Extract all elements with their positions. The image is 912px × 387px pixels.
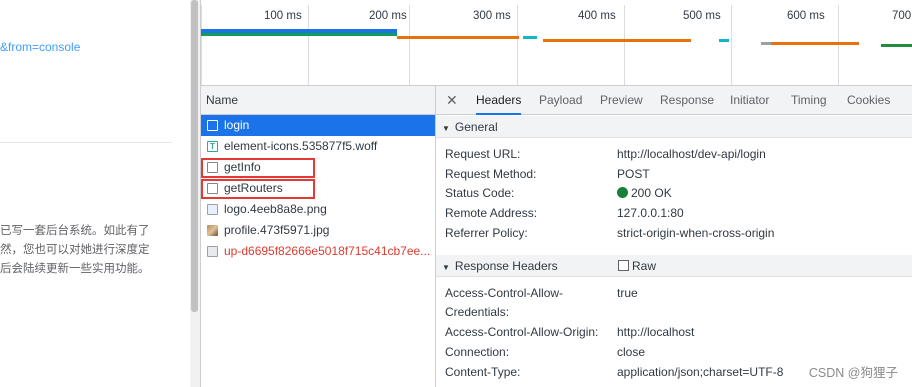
header-value: strict-origin-when-cross-origin xyxy=(617,226,775,240)
general-section-header[interactable]: ▼ General xyxy=(436,116,912,138)
timeline-bar xyxy=(881,44,912,47)
raw-toggle[interactable]: Raw xyxy=(618,255,656,277)
tab-initiator[interactable]: Initiator xyxy=(730,86,769,115)
timeline-gridline xyxy=(624,5,625,85)
paragraph-line: 已写一套后台系统。如此有了 xyxy=(0,225,150,237)
highlight-box-getrouters xyxy=(201,179,315,199)
request-row-logo[interactable]: logo.4eeb8a8e.png xyxy=(201,199,435,220)
document-icon xyxy=(207,120,218,131)
header-value: 127.0.0.1:80 xyxy=(617,206,684,220)
timeline-tick: 500 ms xyxy=(683,10,721,22)
font-icon: T xyxy=(207,141,218,152)
close-icon[interactable]: ✕ xyxy=(446,92,458,109)
detail-tabbar: ✕ Headers Payload Preview Response Initi… xyxy=(436,86,912,115)
status-text: 200 OK xyxy=(631,186,672,200)
raw-checkbox[interactable] xyxy=(618,260,629,271)
timeline-gridline xyxy=(838,5,839,85)
header-value: http://localhost/dev-api/login xyxy=(617,147,766,161)
request-details: ✕ Headers Payload Preview Response Initi… xyxy=(436,86,912,387)
tab-preview[interactable]: Preview xyxy=(600,86,643,115)
triangle-down-icon: ▼ xyxy=(442,263,450,272)
script-icon xyxy=(207,246,218,257)
devtools-network-panel: 100 ms 200 ms 300 ms 400 ms 500 ms 600 m… xyxy=(200,0,912,387)
header-value: close xyxy=(617,345,646,359)
request-row-login[interactable]: login xyxy=(201,115,435,136)
header-key: Referrer Policy: xyxy=(445,226,528,240)
paragraph-line: 然，您也可以对她进行深度定 xyxy=(0,244,150,256)
header-key: Connection: xyxy=(445,345,510,359)
header-key: Credentials: xyxy=(445,305,510,319)
timeline-tick: 700 xyxy=(892,10,912,22)
header-value: true xyxy=(617,286,638,300)
highlight-box-getinfo xyxy=(201,158,315,178)
triangle-down-icon: ▼ xyxy=(442,124,450,133)
timeline-tick: 200 ms xyxy=(369,10,407,22)
timeline-tick: 600 ms xyxy=(787,10,825,22)
timeline-gridline xyxy=(308,5,309,85)
timeline-gridline xyxy=(201,5,202,85)
status-ok-icon xyxy=(617,187,628,198)
header-value: http://localhost xyxy=(617,325,695,339)
tab-cookies[interactable]: Cookies xyxy=(847,86,890,115)
screenshot-root: &from=console 已写一套后台系统。如此有了 然，您也可以对她进行深度… xyxy=(0,0,912,387)
header-key: Access-Control-Allow-Origin: xyxy=(445,325,599,339)
timeline-bar xyxy=(201,33,397,36)
header-value: application/json;charset=UTF-8 xyxy=(617,365,784,379)
paragraph-line: 后会陆续更新一些实用功能。 xyxy=(0,263,150,275)
csdn-watermark: CSDN @狗狸子 xyxy=(808,366,898,380)
tab-response[interactable]: Response xyxy=(660,86,714,115)
timeline-overview[interactable]: 100 ms 200 ms 300 ms 400 ms 500 ms 600 m… xyxy=(200,0,912,86)
request-name: up-d6695f82666e5018f715c41cb7ee... xyxy=(224,244,431,258)
timeline-bar xyxy=(761,42,771,45)
tab-timing[interactable]: Timing xyxy=(791,86,827,115)
header-key: Status Code: xyxy=(445,186,515,200)
header-value: POST xyxy=(617,167,650,181)
timeline-bar xyxy=(523,36,537,39)
timeline-gridline xyxy=(517,5,518,85)
timeline-bar xyxy=(543,39,691,42)
header-key: Access-Control-Allow- xyxy=(445,286,564,300)
raw-label: Raw xyxy=(632,259,657,273)
timeline-tick: 300 ms xyxy=(473,10,511,22)
timeline-tick: 100 ms xyxy=(264,10,302,22)
scrollbar-thumb[interactable] xyxy=(191,0,198,312)
request-row-element-icons[interactable]: T element-icons.535877f5.woff xyxy=(201,136,435,157)
request-row-profile[interactable]: profile.473f5971.jpg xyxy=(201,220,435,241)
response-headers-section-header[interactable]: ▼ Response Headers Raw xyxy=(436,255,912,277)
request-list: Name login T element-icons.535877f5.woff… xyxy=(200,86,436,387)
timeline-bar xyxy=(771,42,859,45)
section-title: Response Headers xyxy=(454,259,558,273)
request-name: profile.473f5971.jpg xyxy=(224,223,330,237)
request-name: login xyxy=(224,118,250,132)
name-column-header[interactable]: Name xyxy=(201,86,435,115)
timeline-bar xyxy=(397,36,519,39)
photo-icon xyxy=(207,225,218,236)
request-row-up[interactable]: up-d6695f82666e5018f715c41cb7ee... xyxy=(201,241,435,262)
timeline-tick: 400 ms xyxy=(578,10,616,22)
image-icon xyxy=(207,204,218,215)
status-value: 200 OK xyxy=(617,186,672,200)
request-name: logo.4eeb8a8e.png xyxy=(224,202,327,216)
web-page-content: &from=console 已写一套后台系统。如此有了 然，您也可以对她进行深度… xyxy=(0,0,190,387)
header-key: Request URL: xyxy=(445,147,521,161)
section-title: General xyxy=(454,120,498,134)
timeline-bar xyxy=(719,39,729,42)
request-name: element-icons.535877f5.woff xyxy=(224,139,378,153)
timeline-gridline xyxy=(409,5,410,85)
tab-payload[interactable]: Payload xyxy=(539,86,582,115)
page-paragraph: 已写一套后台系统。如此有了 然，您也可以对她进行深度定 后会陆续更新一些实用功能… xyxy=(0,222,190,279)
header-key: Content-Type: xyxy=(445,365,521,379)
page-link[interactable]: &from=console xyxy=(0,40,80,54)
header-key: Request Method: xyxy=(445,167,537,181)
page-divider xyxy=(0,142,172,143)
page-scrollbar[interactable] xyxy=(190,0,200,387)
tab-headers[interactable]: Headers xyxy=(476,86,522,115)
header-key: Remote Address: xyxy=(445,206,538,220)
timeline-gridline xyxy=(731,5,732,85)
